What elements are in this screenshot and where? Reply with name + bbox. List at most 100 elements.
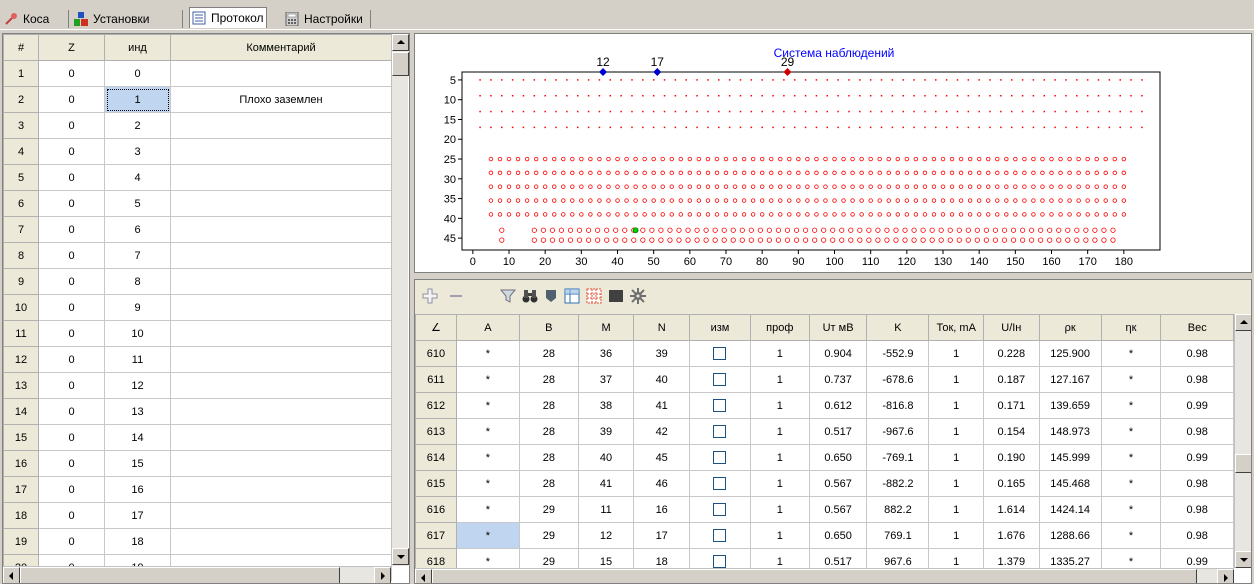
table-cell[interactable]: -816.8 [866, 392, 930, 419]
column-header[interactable]: # [3, 34, 39, 61]
scroll-up-button[interactable] [1235, 314, 1251, 331]
row-header-cell[interactable]: 613 [415, 418, 457, 445]
table-cell[interactable] [170, 268, 392, 295]
column-header[interactable]: A [455, 314, 520, 341]
table-cell[interactable]: 0.99 [1160, 444, 1234, 471]
table-cell[interactable]: * [455, 444, 520, 471]
table-cell[interactable] [170, 138, 392, 165]
scroll-thumb[interactable] [20, 567, 340, 583]
table-cell[interactable] [689, 366, 751, 393]
scroll-up-button[interactable] [392, 34, 409, 51]
table-cell[interactable]: 1 [928, 340, 984, 367]
left-vertical-scrollbar[interactable] [391, 34, 409, 566]
table-cell[interactable]: 0.99 [1160, 392, 1234, 419]
measure-checkbox[interactable] [713, 529, 727, 542]
tab-protokol[interactable]: Протокол [189, 7, 267, 28]
table-cell[interactable]: 29 [518, 496, 579, 523]
remove-button[interactable] [447, 289, 464, 306]
column-header[interactable]: M [577, 314, 635, 341]
row-header-cell[interactable]: 15 [3, 424, 39, 451]
table-cell[interactable] [170, 164, 392, 191]
table-cell[interactable]: 17 [104, 502, 171, 529]
table-cell[interactable]: 11 [104, 346, 171, 373]
table-cell[interactable]: 0 [38, 190, 105, 217]
table-cell[interactable] [170, 242, 392, 269]
table-cell[interactable]: 0.612 [808, 392, 868, 419]
table-cell[interactable]: 0.98 [1160, 522, 1234, 549]
table-cell[interactable]: 45 [633, 444, 691, 471]
table-cell[interactable]: 0 [38, 138, 105, 165]
table-cell[interactable]: 0.517 [808, 418, 868, 445]
table-row[interactable]: 19 0 18 [3, 528, 392, 555]
row-header-cell[interactable]: 16 [3, 450, 39, 477]
table-row[interactable]: 11 0 10 [3, 320, 392, 347]
row-header-cell[interactable]: 18 [3, 502, 39, 529]
table-row[interactable]: 617 * 29 12 17 1 0.650 769.1 1 1.676 1288.66 * 0.98 [415, 522, 1234, 549]
table-cell[interactable]: 1 [749, 522, 810, 549]
row-header-cell[interactable]: 19 [3, 528, 39, 555]
table-cell[interactable]: 127.167 [1038, 366, 1102, 393]
table-cell[interactable]: 0.187 [983, 366, 1040, 393]
row-header-cell[interactable]: 611 [415, 366, 457, 393]
measure-checkbox[interactable] [713, 503, 727, 516]
table-cell[interactable]: 0 [38, 268, 105, 295]
column-header[interactable]: Вес [1160, 314, 1234, 341]
tab-nastroyki[interactable]: Настройки [283, 10, 365, 28]
table-row[interactable]: 615 * 28 41 46 1 0.567 -882.2 1 0.165 145.468 * 0.98 [415, 470, 1234, 497]
table-cell[interactable] [170, 60, 392, 87]
row-header-cell[interactable]: 10 [3, 294, 39, 321]
table-cell[interactable]: -678.6 [866, 366, 930, 393]
table-cell[interactable]: 0 [38, 528, 105, 555]
column-header[interactable]: B [518, 314, 579, 341]
table-cell[interactable]: 1 [749, 418, 810, 445]
scroll-right-button[interactable] [374, 567, 391, 583]
table-cell[interactable]: 0 [104, 60, 171, 87]
table-cell[interactable]: 139.659 [1038, 392, 1102, 419]
table-cell[interactable]: 0 [38, 86, 105, 113]
table-cell[interactable]: 1 [749, 366, 810, 393]
table-cell[interactable] [689, 418, 751, 445]
settings-button[interactable] [629, 288, 646, 306]
table-row[interactable]: 605 [3, 190, 392, 217]
table-row[interactable]: 17 0 16 [3, 476, 392, 503]
table-cell[interactable] [689, 470, 751, 497]
table-cell[interactable]: 0.165 [983, 470, 1040, 497]
table-cell[interactable]: 0 [38, 372, 105, 399]
row-header-cell[interactable]: 614 [415, 444, 457, 471]
row-header-cell[interactable]: 1 [3, 60, 39, 87]
table-cell[interactable]: 0 [38, 216, 105, 243]
table-cell[interactable]: * [1100, 340, 1162, 367]
table-cell[interactable]: 38 [577, 392, 635, 419]
scroll-down-button[interactable] [392, 548, 409, 565]
table-cell[interactable]: 0 [38, 398, 105, 425]
table-cell[interactable]: 41 [633, 392, 691, 419]
table-cell[interactable]: 0 [38, 502, 105, 529]
measure-checkbox[interactable] [713, 425, 727, 438]
table-cell[interactable]: 13 [104, 398, 171, 425]
table-cell[interactable]: 0 [38, 424, 105, 451]
filter-button[interactable] [499, 289, 516, 306]
table-cell[interactable]: * [455, 340, 520, 367]
table-cell[interactable]: 0.154 [983, 418, 1040, 445]
table-row[interactable]: 13 0 12 [3, 372, 392, 399]
column-header[interactable]: ρк [1038, 314, 1102, 341]
column-header[interactable]: U/Iн [983, 314, 1040, 341]
find-button[interactable] [521, 289, 538, 306]
table-cell[interactable] [170, 398, 392, 425]
table-cell[interactable]: 16 [633, 496, 691, 523]
table-cell[interactable]: * [455, 366, 520, 393]
table-cell[interactable]: 1 [104, 86, 171, 113]
table-cell[interactable]: 3 [104, 138, 171, 165]
table-cell[interactable]: 7 [104, 242, 171, 269]
column-header[interactable]: N [633, 314, 691, 341]
table-cell[interactable]: 29 [518, 522, 579, 549]
table-cell[interactable]: 28 [518, 340, 579, 367]
table-cell[interactable]: * [1100, 444, 1162, 471]
table-cell[interactable] [689, 340, 751, 367]
table-cell[interactable]: 4 [104, 164, 171, 191]
table-cell[interactable]: 37 [577, 366, 635, 393]
measure-checkbox[interactable] [713, 399, 727, 412]
table-cell[interactable] [170, 216, 392, 243]
table-cell[interactable]: 42 [633, 418, 691, 445]
table-cell[interactable] [170, 346, 392, 373]
